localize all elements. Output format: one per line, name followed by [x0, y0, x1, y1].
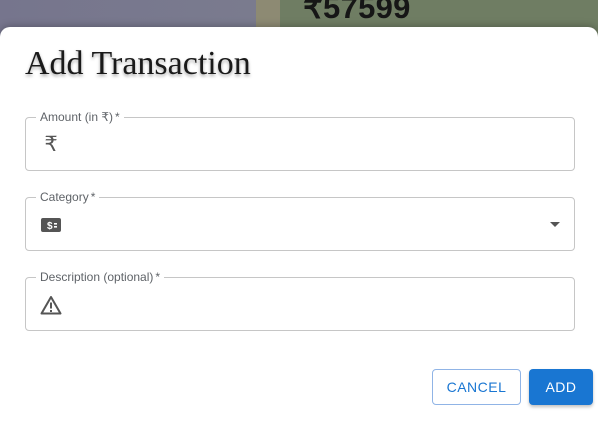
cancel-button[interactable]: CANCEL: [432, 369, 521, 405]
description-field-label: Description (optional) *: [36, 270, 165, 284]
category-field-label: Category *: [36, 190, 100, 204]
svg-text:$: $: [47, 221, 53, 232]
background-balance-amount: ₹57599: [303, 0, 411, 25]
amount-field[interactable]: Amount (in ₹) * ₹: [25, 110, 575, 171]
description-field[interactable]: Description (optional) *: [25, 270, 575, 331]
category-select[interactable]: Category * $: [25, 190, 575, 251]
warning-icon: [40, 294, 62, 316]
money-icon: $: [40, 214, 62, 236]
rupee-icon: ₹: [44, 133, 58, 156]
dialog-title: Add Transaction: [25, 45, 251, 82]
amount-field-label: Amount (in ₹) *: [36, 110, 124, 124]
add-button[interactable]: ADD: [529, 369, 593, 405]
add-transaction-dialog: Add Transaction Amount (in ₹) * ₹ Categor…: [0, 27, 598, 427]
chevron-down-icon[interactable]: [550, 222, 560, 227]
